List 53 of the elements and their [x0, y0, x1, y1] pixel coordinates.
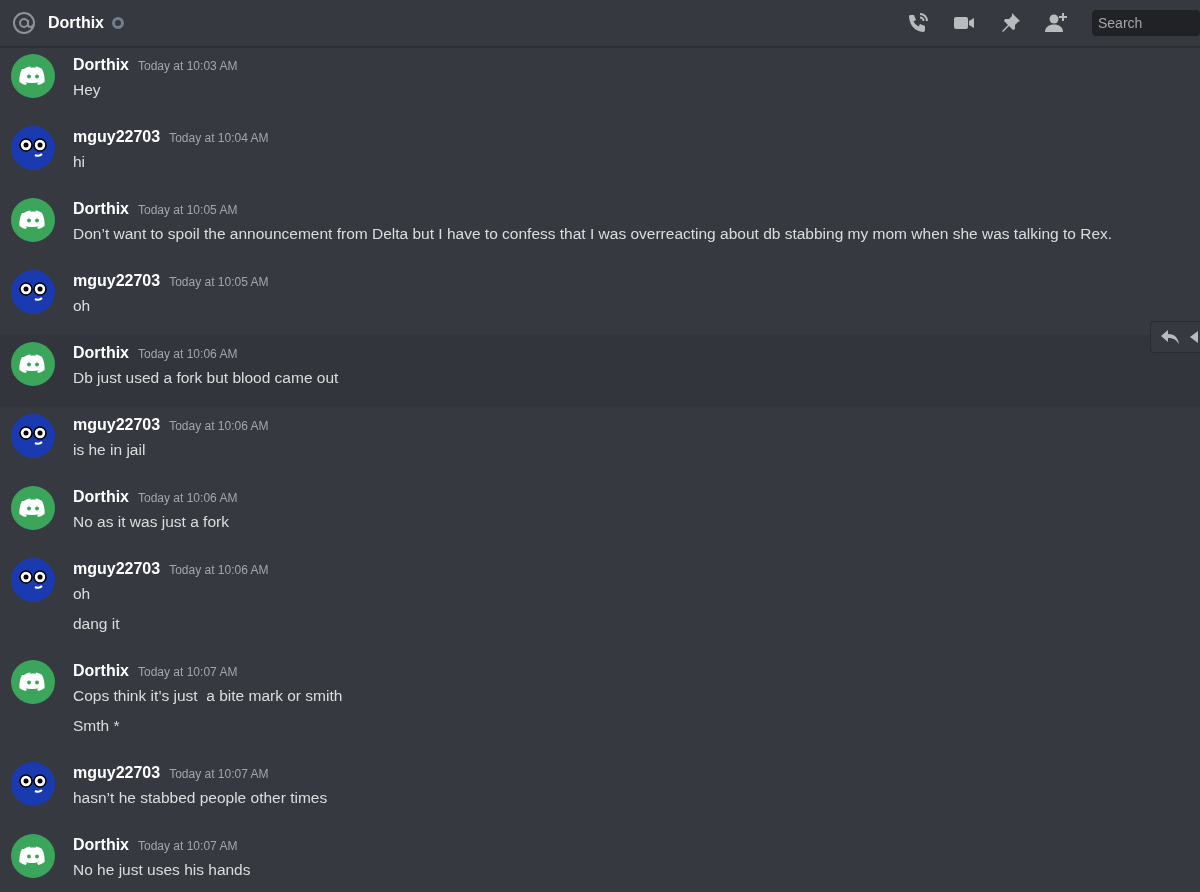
- message-text: Don’t want to spoil the announcement from Delta but I have to confess that I was overreacting about db stabbing my mom when she was talking to Rex.: [73, 224, 1113, 244]
- timestamp: Today at 10:06 AM: [138, 491, 238, 505]
- author-name[interactable]: mguy22703: [73, 764, 161, 782]
- author-name[interactable]: Dorthix: [73, 56, 129, 74]
- message-text: Db just used a fork but blood came out: [73, 368, 339, 388]
- timestamp: Today at 10:07 AM: [138, 839, 238, 853]
- message-text: oh: [73, 296, 92, 316]
- author-name[interactable]: Dorthix: [73, 488, 129, 506]
- phone-call-icon[interactable]: [906, 11, 930, 35]
- message-text: Hey: [73, 80, 102, 100]
- author-name[interactable]: Dorthix: [73, 344, 129, 362]
- message-text: No as it was just a fork: [73, 512, 230, 532]
- timestamp: Today at 10:05 AM: [169, 275, 269, 289]
- discord-logo-avatar-icon: [11, 198, 55, 242]
- message-text: Cops think it’s just a bite mark or smith: [73, 686, 343, 706]
- cartoon-character-avatar-icon: [11, 270, 55, 314]
- timestamp: Today at 10:06 AM: [138, 347, 238, 361]
- author-name[interactable]: mguy22703: [73, 272, 161, 290]
- cartoon-character-avatar-icon: [11, 558, 55, 602]
- timestamp: Today at 10:06 AM: [169, 419, 269, 433]
- message-text: Smth *: [73, 716, 121, 736]
- search-field[interactable]: Search: [1092, 10, 1200, 36]
- author-name[interactable]: mguy22703: [73, 128, 161, 146]
- arrow-icon[interactable]: [1190, 329, 1198, 345]
- at-sign-icon: [12, 11, 36, 35]
- discord-logo-avatar-icon: [11, 342, 55, 386]
- author-name[interactable]: Dorthix: [73, 836, 129, 854]
- author-name[interactable]: Dorthix: [73, 200, 129, 218]
- message-text: dang it: [73, 614, 121, 634]
- channel-title: Dorthix: [48, 14, 104, 32]
- author-name[interactable]: Dorthix: [73, 662, 129, 680]
- message-text: oh: [73, 584, 92, 604]
- timestamp: Today at 10:05 AM: [138, 203, 238, 217]
- discord-logo-avatar-icon: [11, 486, 55, 530]
- timestamp: Today at 10:04 AM: [169, 131, 269, 145]
- add-friend-icon[interactable]: [1044, 11, 1070, 35]
- timestamp: Today at 10:07 AM: [138, 665, 238, 679]
- message-text: No he just uses his hands: [73, 860, 251, 880]
- discord-logo-avatar-icon: [11, 660, 55, 704]
- reply-icon[interactable]: [1160, 329, 1180, 345]
- timestamp: Today at 10:03 AM: [138, 59, 238, 73]
- cartoon-character-avatar-icon: [11, 414, 55, 458]
- author-name[interactable]: mguy22703: [73, 560, 161, 578]
- discord-logo-avatar-icon: [11, 834, 55, 878]
- discord-logo-avatar-icon: [11, 54, 55, 98]
- cartoon-character-avatar-icon: [11, 126, 55, 170]
- message-text: is he in jail: [73, 440, 147, 460]
- message-text: hasn’t he stabbed people other times: [73, 788, 328, 808]
- cartoon-character-avatar-icon: [11, 762, 55, 806]
- timestamp: Today at 10:06 AM: [169, 563, 269, 577]
- message-text: hi: [73, 152, 87, 172]
- timestamp: Today at 10:07 AM: [169, 767, 269, 781]
- author-name[interactable]: mguy22703: [73, 416, 161, 434]
